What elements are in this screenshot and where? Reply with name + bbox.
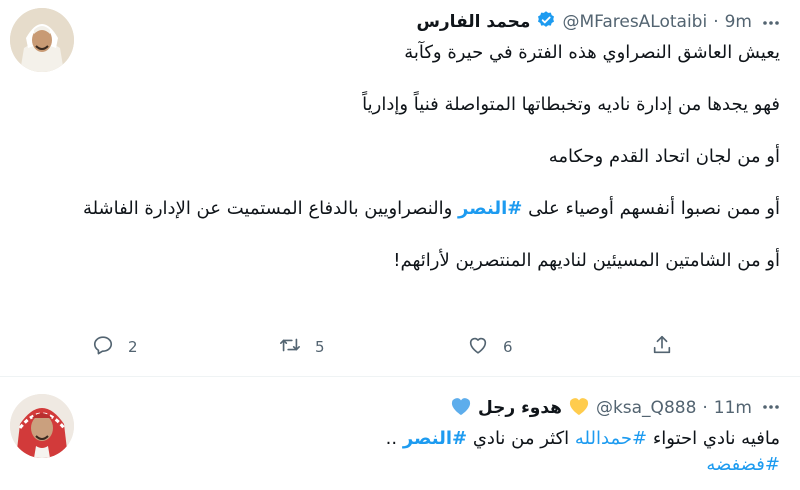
blue-heart-icon [450, 396, 472, 420]
avatar[interactable] [10, 8, 74, 72]
separator-dot: · [713, 12, 719, 32]
tweet-paragraph-part: أو ممن نصبوا أنفسهم أوصياء على [528, 198, 780, 219]
hashtag-link[interactable]: #النصر [458, 198, 522, 219]
reply-text-part: .. [385, 428, 398, 449]
heart-outline-icon [467, 334, 489, 360]
display-name[interactable]: محمد الفارس [416, 12, 530, 32]
share-button[interactable] [651, 334, 673, 360]
reply-text-part: اكثر من نادي [472, 428, 570, 449]
reply-button[interactable]: 2 [92, 334, 138, 360]
retweet-count: 5 [315, 338, 325, 356]
handle[interactable]: @ksa_Q888 [596, 398, 696, 418]
tweet-paragraph: فهو يجدها من إدارة ناديه وتخبطاتها المتو… [362, 94, 780, 115]
avatar-image [10, 394, 74, 458]
tweet-paragraph: أو ممن نصبوا أنفسهم أوصياء على #النصر وا… [80, 196, 780, 222]
tweet-text: يعيش العاشق النصراوي هذه الفترة في حيرة … [80, 40, 780, 274]
reply-text: مافيه نادي احتواء #حمدالله اكثر من نادي … [80, 426, 780, 478]
tweet-header: هدوء رجل @ksa_Q888 · 11m [450, 396, 752, 420]
like-count: 6 [503, 338, 513, 356]
reply-text-part: مافيه نادي احتواء [652, 428, 780, 449]
tweet-paragraph: أو من الشامتين المسيئين لناديهم المنتصري… [393, 250, 780, 271]
share-upload-icon [651, 334, 673, 360]
separator-dot: · [702, 398, 708, 418]
hashtag-link[interactable]: #النصر [403, 428, 467, 449]
more-horizontal-icon[interactable] [760, 12, 782, 34]
verified-badge-icon [536, 10, 556, 34]
tweet-paragraph-part: والنصراويين بالدفاع المستميت عن الإدارة … [82, 198, 453, 219]
reply-count: 2 [128, 338, 138, 356]
hashtag-link[interactable]: #حمدالله [575, 428, 647, 449]
tweet[interactable]: محمد الفارس @MFaresALotaibi · 9m يعيش ال… [0, 0, 800, 377]
avatar-image [10, 8, 74, 72]
like-button[interactable]: 6 [467, 334, 513, 360]
tweet-header: محمد الفارس @MFaresALotaibi · 9m [416, 10, 752, 34]
tweet-paragraph: أو من لجان اتحاد القدم وحكامه [548, 146, 780, 167]
hashtag-link[interactable]: #فضفضه [706, 454, 780, 475]
yellow-heart-icon [568, 396, 590, 420]
retweet-icon [279, 334, 301, 360]
retweet-button[interactable]: 5 [279, 334, 325, 360]
display-name[interactable]: هدوء رجل [478, 398, 562, 418]
reply-tweet[interactable]: هدوء رجل @ksa_Q888 · 11m مافيه نادي احتو… [0, 378, 800, 490]
reply-line: #فضفضه [80, 452, 780, 478]
tweet-actions: 2 5 6 [0, 334, 800, 362]
reply-line: مافيه نادي احتواء #حمدالله اكثر من نادي … [80, 426, 780, 452]
timestamp[interactable]: 9m [725, 12, 752, 32]
more-horizontal-icon[interactable] [760, 396, 782, 418]
reply-bubble-icon [92, 334, 114, 360]
handle[interactable]: @MFaresALotaibi [562, 12, 707, 32]
tweet-paragraph: يعيش العاشق النصراوي هذه الفترة في حيرة … [404, 42, 780, 63]
timestamp[interactable]: 11m [714, 398, 752, 418]
avatar[interactable] [10, 394, 74, 458]
